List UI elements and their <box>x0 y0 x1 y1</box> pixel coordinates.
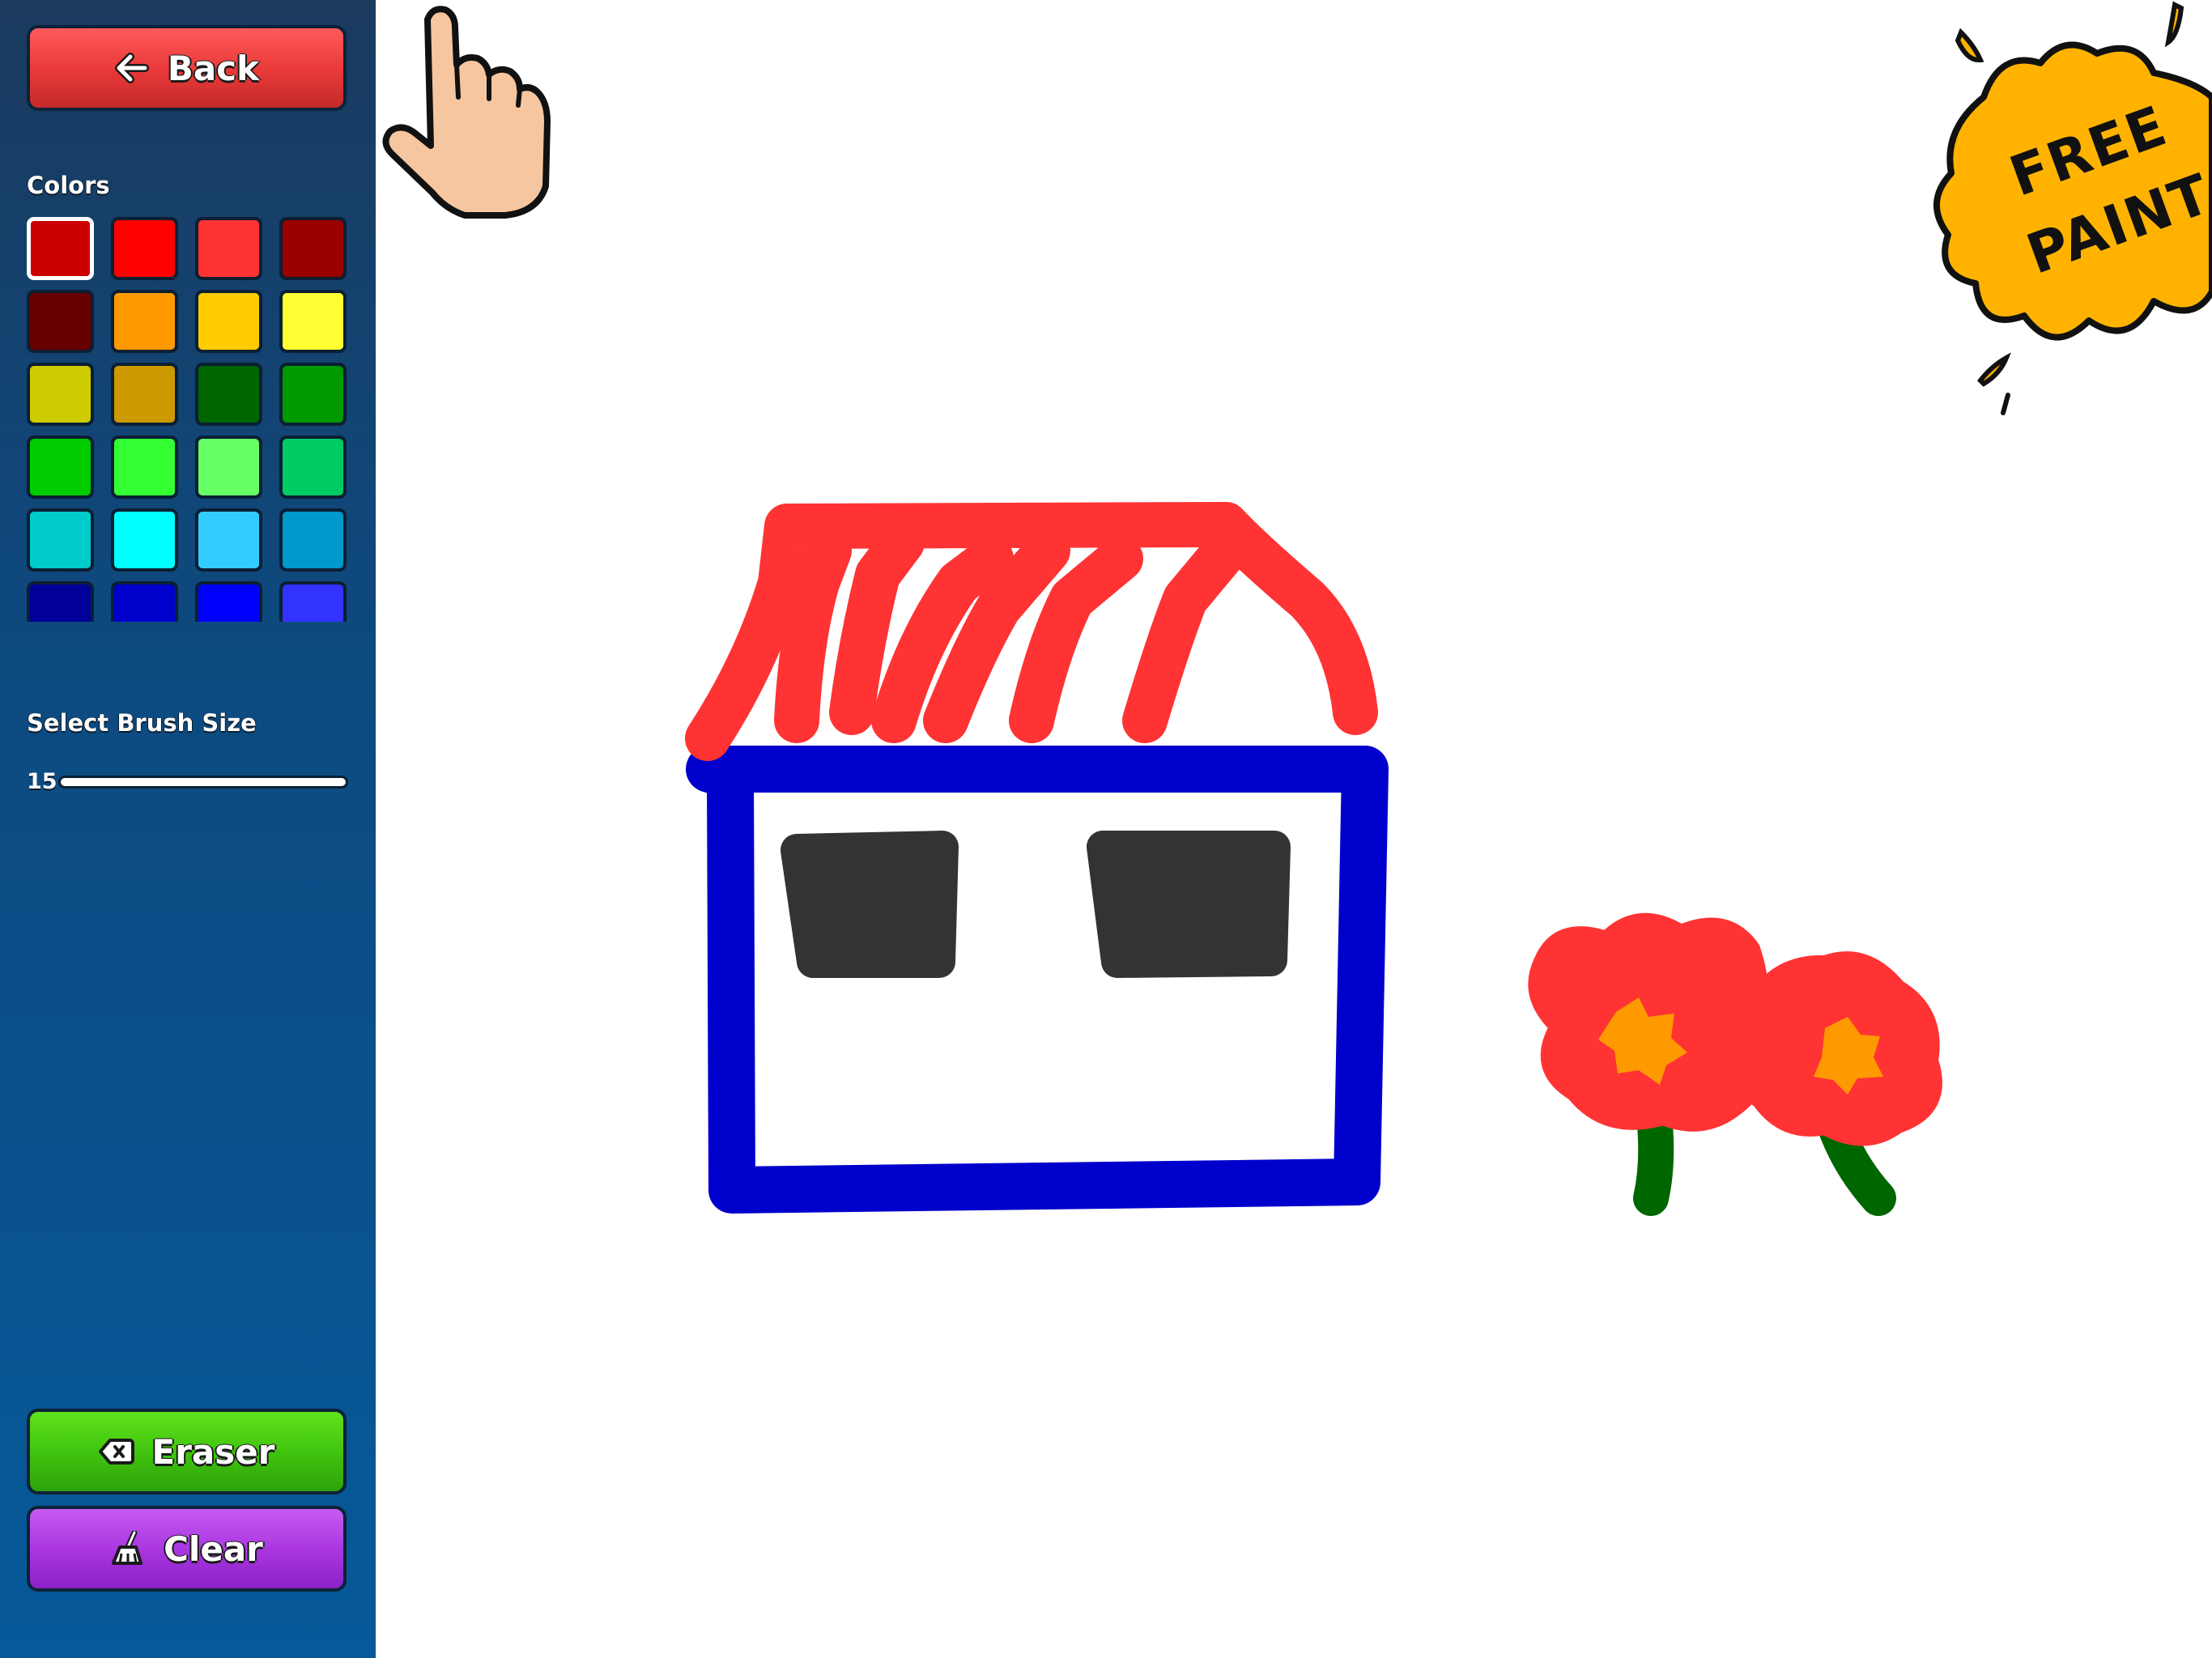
brush-size-value: 15 <box>27 769 57 794</box>
pointing-hand-icon <box>382 6 551 219</box>
brush-size-heading: Select Brush Size <box>27 709 257 737</box>
color-swatch[interactable] <box>195 581 262 622</box>
color-swatch[interactable] <box>279 581 347 622</box>
color-swatch[interactable] <box>195 217 262 280</box>
eraser-button[interactable]: Eraser <box>27 1409 347 1494</box>
color-palette <box>27 217 351 622</box>
color-swatch[interactable] <box>279 508 347 572</box>
color-swatch[interactable] <box>27 436 94 499</box>
color-swatch[interactable] <box>279 436 347 499</box>
arrow-left-icon <box>114 53 149 83</box>
brush-size-slider[interactable] <box>58 776 348 789</box>
color-swatch[interactable] <box>111 581 178 622</box>
tool-sidebar: Back Colors Select Brush Size 15 Eraser … <box>0 0 376 1658</box>
color-swatch[interactable] <box>195 508 262 572</box>
color-swatch[interactable] <box>279 290 347 353</box>
flower-left <box>1528 912 1770 1216</box>
color-swatch[interactable] <box>27 581 94 622</box>
color-swatch[interactable] <box>111 290 178 353</box>
color-swatch[interactable] <box>27 363 94 426</box>
eraser-label: Eraser <box>151 1431 275 1472</box>
broom-icon <box>112 1531 143 1565</box>
color-swatch[interactable] <box>195 436 262 499</box>
roof-stroke <box>685 502 1378 761</box>
right-window <box>1087 831 1291 978</box>
left-window <box>781 831 959 978</box>
colors-heading: Colors <box>27 172 110 199</box>
color-swatch[interactable] <box>279 363 347 426</box>
color-swatch[interactable] <box>27 217 94 280</box>
flower-right <box>1731 951 1942 1216</box>
back-label: Back <box>167 48 260 88</box>
color-swatch[interactable] <box>279 217 347 280</box>
eraser-icon <box>98 1439 134 1465</box>
clear-button[interactable]: Clear <box>27 1506 347 1592</box>
color-swatch[interactable] <box>111 217 178 280</box>
color-swatch[interactable] <box>195 363 262 426</box>
color-swatch[interactable] <box>111 436 178 499</box>
color-swatch[interactable] <box>27 508 94 572</box>
color-swatch[interactable] <box>111 508 178 572</box>
back-button[interactable]: Back <box>27 25 347 111</box>
clear-label: Clear <box>164 1528 263 1569</box>
color-swatch[interactable] <box>195 290 262 353</box>
free-paint-badge: FREE PAINT <box>1911 0 2212 421</box>
color-swatch[interactable] <box>27 290 94 353</box>
color-swatch[interactable] <box>111 363 178 426</box>
